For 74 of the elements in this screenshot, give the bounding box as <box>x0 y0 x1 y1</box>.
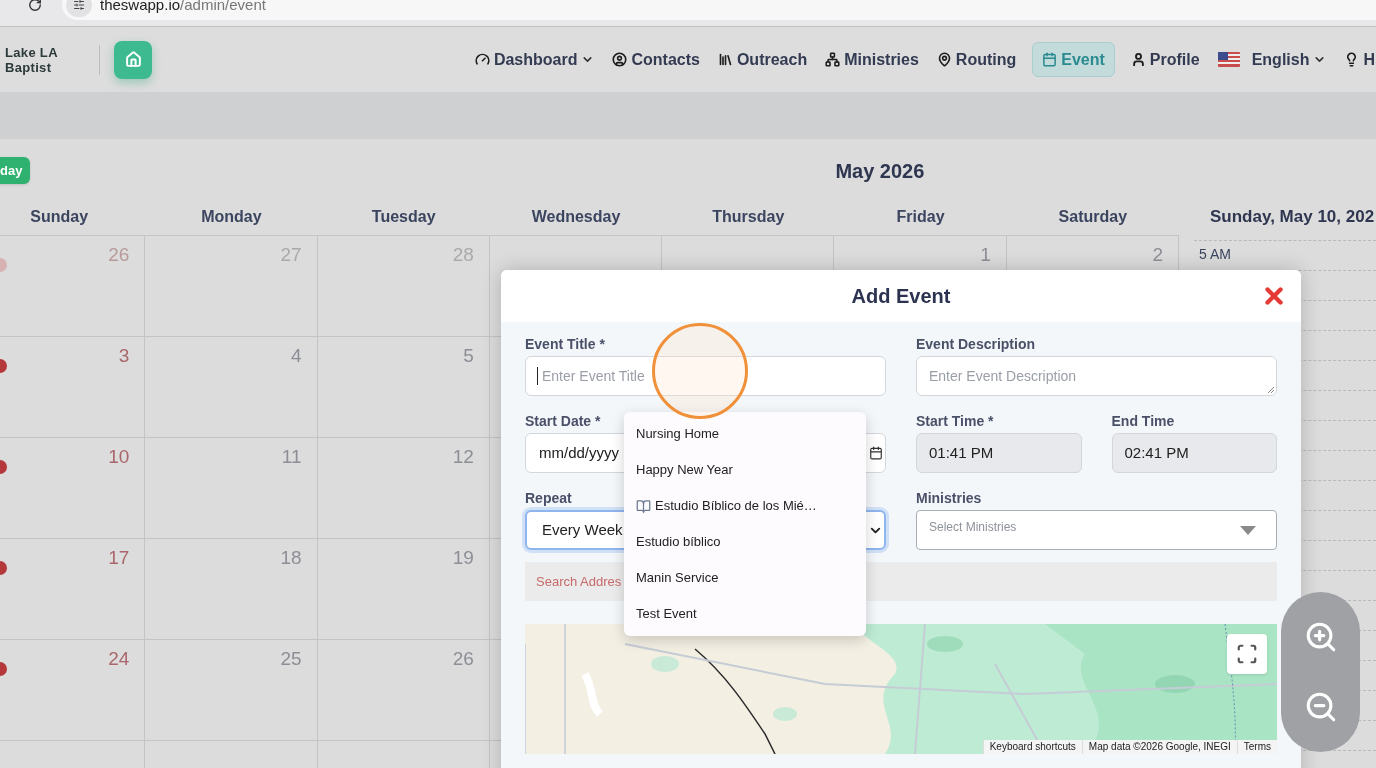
fullscreen-icon <box>1236 643 1258 665</box>
field-label: Start Date * <box>525 412 601 430</box>
day-number: 11 <box>281 446 302 469</box>
field-label: Ministries <box>916 489 982 507</box>
nav-link[interactable]: H <box>1342 42 1376 77</box>
nav-link[interactable]: Routing <box>934 42 1019 77</box>
nav-link[interactable]: Dashboard <box>472 42 597 77</box>
flag-icon <box>1217 52 1240 67</box>
start-time-field[interactable]: 01:41 PM <box>916 433 1082 473</box>
fullscreen-button[interactable] <box>1227 634 1267 674</box>
reload-icon[interactable] <box>28 0 42 12</box>
suggestion-item[interactable]: Manin Service <box>624 560 866 596</box>
end-time-field[interactable]: 02:41 PM <box>1111 433 1277 473</box>
calendar-icon <box>1042 52 1058 67</box>
user-icon <box>1130 52 1146 67</box>
map-attribution[interactable]: Terms <box>1236 740 1277 754</box>
month-title: May 2026 <box>835 158 925 184</box>
user-icon <box>612 52 628 67</box>
day-number: 2 <box>1152 244 1163 267</box>
field-label: Event Title * <box>525 335 605 353</box>
resize-handle-icon <box>1267 386 1274 393</box>
weekday-header: Sunday <box>29 207 90 227</box>
calendar-icon <box>869 446 883 460</box>
gauge-icon <box>474 52 490 67</box>
nav-link[interactable]: Outreach <box>715 42 810 77</box>
event-title-field[interactable]: Enter Event Title <box>525 356 886 396</box>
day-number: 10 <box>108 446 130 469</box>
day-number: 19 <box>452 547 474 570</box>
suggestion-item[interactable]: Happy New Year <box>624 452 866 488</box>
network-icon <box>825 52 841 67</box>
dropdown-triangle-icon <box>1240 526 1256 535</box>
weekday-header: Thursday <box>711 207 786 227</box>
day-number: 26 <box>452 648 474 671</box>
map[interactable]: Keyboard shortcuts Map data ©2026 Google, INEGI Terms <box>525 624 1277 754</box>
day-number: 1 <box>980 244 991 267</box>
weekday-header: Saturday <box>1057 207 1129 227</box>
weekday-header: Friday <box>895 207 946 227</box>
book-icon <box>636 498 651 514</box>
field-label: Repeat <box>525 489 572 507</box>
weekday-header: Tuesday <box>370 207 437 227</box>
map-attribution[interactable]: Keyboard shortcuts <box>982 740 1082 754</box>
day-number: 5 <box>463 345 474 368</box>
day-number: 17 <box>108 547 130 570</box>
day-number: 18 <box>280 547 302 570</box>
map-attribution: Map data ©2026 Google, INEGI <box>1081 740 1237 754</box>
suggestion-item[interactable]: Estudio bíblico <box>624 524 866 560</box>
site-settings-button[interactable] <box>66 0 92 17</box>
nav-link[interactable]: Profile <box>1128 42 1202 77</box>
weekday-header: Monday <box>200 207 263 227</box>
nav-link[interactable]: English <box>1215 42 1329 77</box>
brand-name: Baptist <box>5 59 53 75</box>
day-number: 26 <box>108 244 130 267</box>
suggestion-item[interactable]: Estudio Bíblico de los Mié… <box>624 488 866 524</box>
day-number: 3 <box>118 345 130 368</box>
day-title: Sunday, May 10, 202 <box>1210 206 1376 228</box>
home-button[interactable] <box>114 40 152 79</box>
dialog-title: Add Event <box>851 284 951 309</box>
brand-name: Lake LA <box>5 44 59 60</box>
day-number: 24 <box>108 648 130 671</box>
field-label: Event Description <box>916 335 1036 353</box>
field-label: Start Time * <box>916 412 994 430</box>
day-number: 4 <box>291 345 302 368</box>
weekday-header: Wednesday <box>530 207 622 227</box>
books-icon <box>717 52 733 67</box>
field-label: End Time <box>1111 412 1175 430</box>
home-icon <box>124 51 142 68</box>
suggestion-item[interactable]: Nursing Home <box>624 416 866 452</box>
settings-icon <box>73 0 85 11</box>
day-number: 12 <box>452 446 474 469</box>
nav-link[interactable]: Contacts <box>610 42 702 77</box>
nav-link[interactable]: Ministries <box>823 42 921 77</box>
pin-icon <box>936 52 952 67</box>
text-cursor <box>537 367 538 385</box>
day-number: 25 <box>280 648 302 671</box>
